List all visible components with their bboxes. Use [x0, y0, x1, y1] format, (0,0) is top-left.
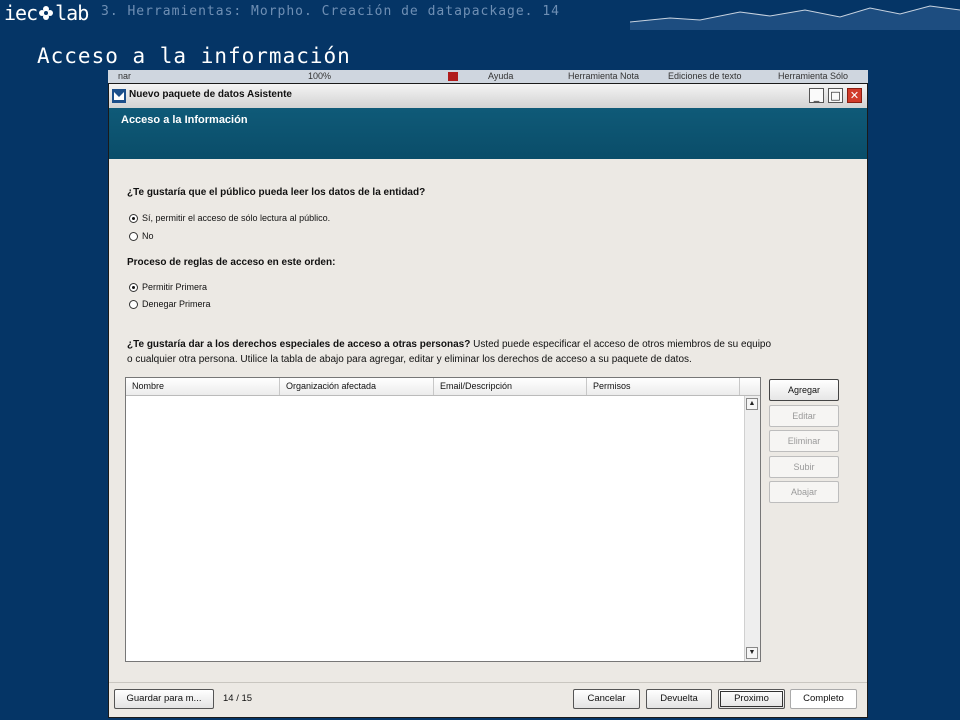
back-button[interactable]: Devuelta [646, 689, 712, 709]
scroll-down-icon[interactable]: ▼ [746, 647, 758, 659]
special-rights-text-2: o cualquier otra persona. Utilice la tab… [127, 354, 692, 365]
step-banner: Acceso a la Información [109, 108, 867, 159]
bg-toolbar-fragment: nar [118, 71, 132, 81]
column-header-organization[interactable]: Organización afectada [280, 378, 434, 395]
mountain-silhouette-decoration [630, 5, 960, 30]
add-button[interactable]: Agregar [769, 379, 839, 401]
radio-no-label: No [142, 231, 154, 241]
slide-breadcrumb: 3. Herramientas: Morpho. Creación de dat… [101, 4, 560, 19]
radio-no-icon[interactable] [129, 231, 138, 241]
window-title: Nuevo paquete de datos Asistente [129, 89, 292, 100]
radio-deny-first-icon[interactable] [129, 299, 138, 309]
cancel-button[interactable]: Cancelar [573, 689, 640, 709]
minimize-button[interactable]: _ [809, 88, 824, 103]
edit-button[interactable]: Editar [769, 405, 839, 427]
save-for-later-button[interactable]: Guardar para m... [114, 689, 214, 709]
bg-toolbar-zoom: 100% [308, 71, 332, 81]
deny-first-option[interactable]: Denegar Primera [129, 299, 211, 309]
bg-toolbar-text-editions: Ediciones de texto [668, 71, 742, 81]
special-rights-description: ¿Te gustaría dar a los derechos especial… [127, 337, 827, 367]
logo-text-left: iec [4, 1, 38, 25]
table-header: Nombre Organización afectada Email/Descr… [126, 378, 760, 396]
finish-button[interactable]: Completo [790, 689, 857, 709]
iecolab-logo: iec lab [4, 1, 89, 25]
column-header-email[interactable]: Email/Descripción [434, 378, 587, 395]
special-rights-question: ¿Te gustaría dar a los derechos especial… [127, 339, 471, 350]
deny-first-label: Denegar Primera [142, 299, 211, 309]
wizard-window: Nuevo paquete de datos Asistente _ □ ✕ A… [108, 83, 868, 718]
access-rights-table[interactable]: Nombre Organización afectada Email/Descr… [125, 377, 761, 662]
column-header-permissions[interactable]: Permisos [587, 378, 740, 395]
wizard-footer: Guardar para m... 14 / 15 Cancelar Devue… [109, 682, 867, 717]
next-button[interactable]: Proximo [718, 689, 785, 709]
public-read-question: ¿Te gustaría que el público pueda leer l… [127, 187, 426, 198]
move-up-button[interactable]: Subir [769, 456, 839, 478]
wizard-content: ¿Te gustaría que el público pueda leer l… [109, 159, 867, 717]
table-vertical-scrollbar[interactable]: ▲ ▼ [744, 396, 760, 661]
radio-allow-first-icon[interactable] [129, 282, 138, 292]
column-header-name[interactable]: Nombre [126, 378, 280, 395]
step-title: Acceso a la Información [121, 114, 248, 126]
rule-order-question: Proceso de reglas de acceso en este orde… [127, 257, 336, 268]
window-titlebar[interactable]: Nuevo paquete de datos Asistente _ □ ✕ [109, 84, 867, 109]
special-rights-text-1: Usted puede especificar el acceso de otr… [470, 339, 772, 350]
bg-toolbar-only-tool: Herramienta Sólo [778, 71, 849, 81]
maximize-button[interactable]: □ [828, 88, 843, 103]
slide-title: Acceso a la información [37, 44, 351, 68]
bg-toolbar-red-icon [448, 72, 458, 81]
public-read-yes-option[interactable]: Sí, permitir el acceso de sólo lectura a… [129, 213, 330, 223]
flower-icon [39, 6, 54, 20]
logo-text-right: lab [55, 1, 89, 25]
public-read-no-option[interactable]: No [129, 231, 154, 241]
radio-yes-label: Sí, permitir el acceso de sólo lectura a… [142, 213, 331, 223]
background-app-toolbar: nar 100% Ayuda Herramienta Nota Edicione… [108, 70, 868, 84]
allow-first-option[interactable]: Permitir Primera [129, 282, 207, 292]
close-button[interactable]: ✕ [847, 88, 862, 103]
delete-button[interactable]: Eliminar [769, 430, 839, 452]
morpho-app-icon [112, 89, 126, 103]
bg-toolbar-note-tool: Herramienta Nota [568, 71, 640, 81]
bg-toolbar-help: Ayuda [488, 71, 514, 81]
move-down-button[interactable]: Abajar [769, 481, 839, 503]
page-indicator: 14 / 15 [223, 693, 253, 704]
scroll-up-icon[interactable]: ▲ [746, 398, 758, 410]
radio-yes-icon[interactable] [129, 213, 138, 223]
allow-first-label: Permitir Primera [142, 282, 208, 292]
